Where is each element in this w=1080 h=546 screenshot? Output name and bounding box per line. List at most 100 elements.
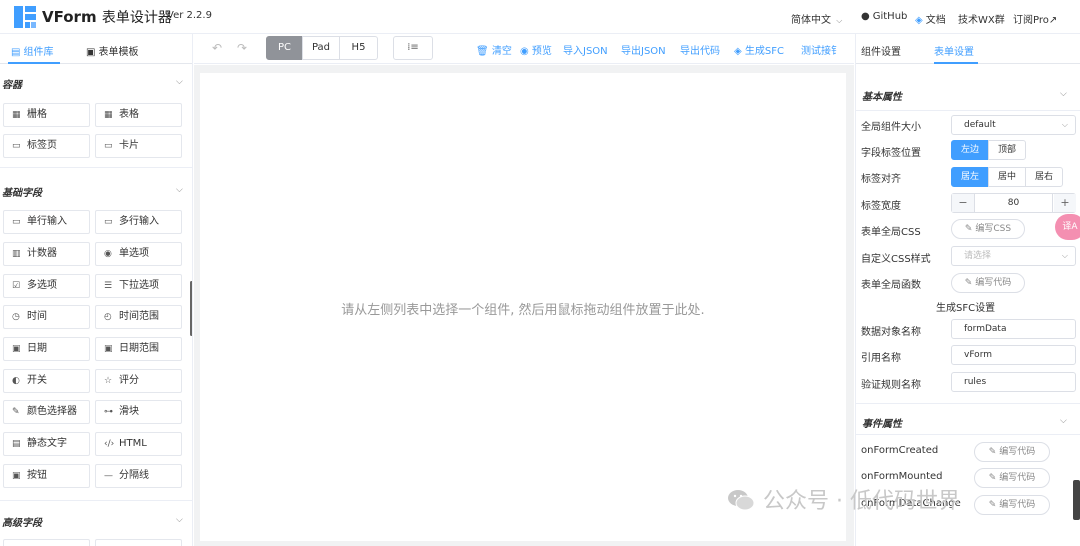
node-tree-button[interactable]: ⁞≡ bbox=[393, 36, 433, 60]
collapse-chevron-icon[interactable]: ⌵ bbox=[176, 77, 183, 87]
wx-group-link[interactable]: 技术WX群 bbox=[958, 11, 1005, 26]
widget-checkbox[interactable]: ☑ 多选项 bbox=[3, 274, 90, 298]
divider bbox=[856, 434, 1080, 435]
tab-component-settings[interactable]: 组件设置 bbox=[861, 43, 901, 58]
edit-functions-button[interactable]: ✎ 编写代码 bbox=[951, 273, 1025, 293]
widget-color-picker[interactable]: ✎ 颜色选择器 bbox=[3, 400, 90, 424]
device-h5-button[interactable]: H5 bbox=[339, 36, 378, 60]
collapse-chevron-icon[interactable]: ⌵ bbox=[176, 185, 183, 195]
widget-slider[interactable]: ⊶ 滑块 bbox=[95, 400, 182, 424]
widget-textarea[interactable]: ▭ 多行输入 bbox=[95, 210, 182, 234]
language-dropdown[interactable]: 简体中文 ⌵ bbox=[791, 11, 842, 26]
label-align-center[interactable]: 居中 bbox=[988, 167, 1026, 187]
preview-button[interactable]: ◉ 预览 bbox=[520, 42, 552, 57]
label-align-right[interactable]: 居右 bbox=[1025, 167, 1063, 187]
import-json-button[interactable]: 导入JSON bbox=[563, 42, 608, 57]
settings-panel: 组件设置 表单设置 基本属性 ⌵ 全局组件大小 default ⌵ 字段标签位置 … bbox=[855, 34, 1080, 546]
collapse-chevron-icon[interactable]: ⌵ bbox=[1060, 416, 1067, 426]
label-position-left[interactable]: 左边 bbox=[951, 140, 989, 160]
export-code-button[interactable]: 导出代码 bbox=[680, 42, 720, 57]
layers-icon: ◈ bbox=[915, 15, 923, 26]
test-api-button[interactable]: 测试接钅 bbox=[801, 42, 841, 57]
widget-grid[interactable]: ▦ 栅格 bbox=[3, 103, 90, 127]
custom-class-select[interactable]: 请选择 ⌵ bbox=[951, 246, 1076, 266]
clock-icon: ◷ bbox=[12, 312, 20, 322]
date-range-icon: ▣ bbox=[104, 344, 113, 354]
section-title-basic-props: 基本属性 bbox=[862, 92, 902, 103]
widget-button[interactable]: ▣ 按钮 bbox=[3, 464, 90, 488]
device-pc-button[interactable]: PC bbox=[266, 36, 303, 60]
tree-icon: ⁞≡ bbox=[407, 42, 419, 53]
tab-components[interactable]: ▤ 组件库 bbox=[11, 43, 53, 58]
edit-css-button[interactable]: ✎ 编写CSS bbox=[951, 219, 1025, 239]
section-title-events: 事件属性 bbox=[862, 419, 902, 430]
edit-icon: ✎ bbox=[964, 278, 973, 288]
widget-input[interactable]: ▭ 单行输入 bbox=[3, 210, 90, 234]
rules-name-label: 验证规则名称 bbox=[861, 380, 921, 391]
size-select[interactable]: default ⌵ bbox=[951, 115, 1076, 135]
label-width-value[interactable]: 80 bbox=[974, 194, 1053, 212]
ref-name-label: 引用名称 bbox=[861, 353, 901, 364]
label-position-label: 字段标签位置 bbox=[861, 148, 921, 159]
edit-icon: ✎ bbox=[988, 447, 997, 457]
section-title-advanced: 高级字段 bbox=[2, 518, 42, 529]
event-label-form-mounted: onFormMounted bbox=[861, 471, 943, 482]
widget-date-range[interactable]: ▣ 日期范围 bbox=[95, 337, 182, 361]
translate-badge[interactable]: 译A bbox=[1055, 214, 1080, 240]
widget-number[interactable]: ▥ 计数器 bbox=[3, 242, 90, 266]
edit-form-data-change-button[interactable]: ✎ 编写代码 bbox=[974, 495, 1050, 515]
generate-sfc-button[interactable]: ◈ 生成SFC bbox=[734, 42, 784, 57]
widget-time-range[interactable]: ◴ 时间范围 bbox=[95, 305, 182, 329]
widget-card[interactable]: ▭ 卡片 bbox=[95, 134, 182, 158]
radio-icon: ◉ bbox=[104, 249, 112, 259]
decrement-button[interactable]: − bbox=[952, 194, 974, 212]
trash-icon: 🗑︎ bbox=[476, 46, 489, 57]
size-label: 全局组件大小 bbox=[861, 122, 921, 133]
widget-tab[interactable]: ▭ 标签页 bbox=[3, 134, 90, 158]
redo-icon[interactable]: ↷ bbox=[237, 41, 247, 55]
docs-link[interactable]: ◈ 文档 bbox=[915, 11, 946, 26]
label-align-left[interactable]: 居左 bbox=[951, 167, 989, 187]
rules-name-input[interactable]: rules bbox=[951, 372, 1076, 392]
subscribe-pro-link[interactable]: 订阅Pro↗ bbox=[1013, 11, 1057, 26]
switch-icon: ◐ bbox=[12, 376, 20, 386]
clear-button[interactable]: 🗑︎ 清空 bbox=[476, 42, 512, 57]
widget-advanced[interactable] bbox=[95, 539, 182, 546]
data-name-label: 数据对象名称 bbox=[861, 327, 921, 338]
edit-form-created-button[interactable]: ✎ 编写代码 bbox=[974, 442, 1050, 462]
label-position-top[interactable]: 顶部 bbox=[988, 140, 1026, 160]
widget-table[interactable]: ▦ 表格 bbox=[95, 103, 182, 127]
widget-html[interactable]: ‹/› HTML bbox=[95, 432, 182, 456]
widget-advanced[interactable] bbox=[3, 539, 90, 546]
widget-select[interactable]: ☰ 下拉选项 bbox=[95, 274, 182, 298]
button-icon: ▣ bbox=[12, 471, 21, 481]
widget-switch[interactable]: ◐ 开关 bbox=[3, 369, 90, 393]
increment-button[interactable]: + bbox=[1054, 194, 1076, 212]
widget-date[interactable]: ▣ 日期 bbox=[3, 337, 90, 361]
widget-static-text[interactable]: ▤ 静态文字 bbox=[3, 432, 90, 456]
widget-divider[interactable]: — 分隔线 bbox=[95, 464, 182, 488]
data-name-input[interactable]: formData bbox=[951, 319, 1076, 339]
collapse-chevron-icon[interactable]: ⌵ bbox=[176, 515, 183, 525]
active-tab-indicator bbox=[8, 62, 60, 64]
undo-icon[interactable]: ↶ bbox=[212, 41, 222, 55]
ref-name-input[interactable]: vForm bbox=[951, 345, 1076, 365]
text-icon: ▤ bbox=[12, 439, 21, 449]
widget-time[interactable]: ◷ 时间 bbox=[3, 305, 90, 329]
export-json-button[interactable]: 导出JSON bbox=[621, 42, 666, 57]
device-pad-button[interactable]: Pad bbox=[302, 36, 340, 60]
edit-form-mounted-button[interactable]: ✎ 编写代码 bbox=[974, 468, 1050, 488]
github-icon: ● bbox=[861, 11, 870, 22]
label-width-stepper[interactable]: − 80 + bbox=[951, 193, 1076, 213]
form-canvas[interactable]: 请从左侧列表中选择一个组件, 然后用鼠标拖动组件放置于此处. bbox=[200, 73, 846, 541]
widget-radio[interactable]: ◉ 单选项 bbox=[95, 242, 182, 266]
tab-form-settings[interactable]: 表单设置 bbox=[934, 43, 974, 58]
github-link[interactable]: ● GitHub bbox=[861, 11, 907, 22]
section-title-container: 容器 bbox=[2, 80, 22, 91]
tab-templates[interactable]: ▣ 表单模板 bbox=[86, 43, 138, 58]
divider bbox=[856, 110, 1080, 111]
collapse-chevron-icon[interactable]: ⌵ bbox=[1060, 89, 1067, 99]
header: VForm 表单设计器 Ver 2.2.9 简体中文 ⌵ ● GitHub ◈ 文档… bbox=[0, 0, 1080, 34]
scrollbar[interactable] bbox=[190, 281, 192, 336]
widget-rate[interactable]: ☆ 评分 bbox=[95, 369, 182, 393]
